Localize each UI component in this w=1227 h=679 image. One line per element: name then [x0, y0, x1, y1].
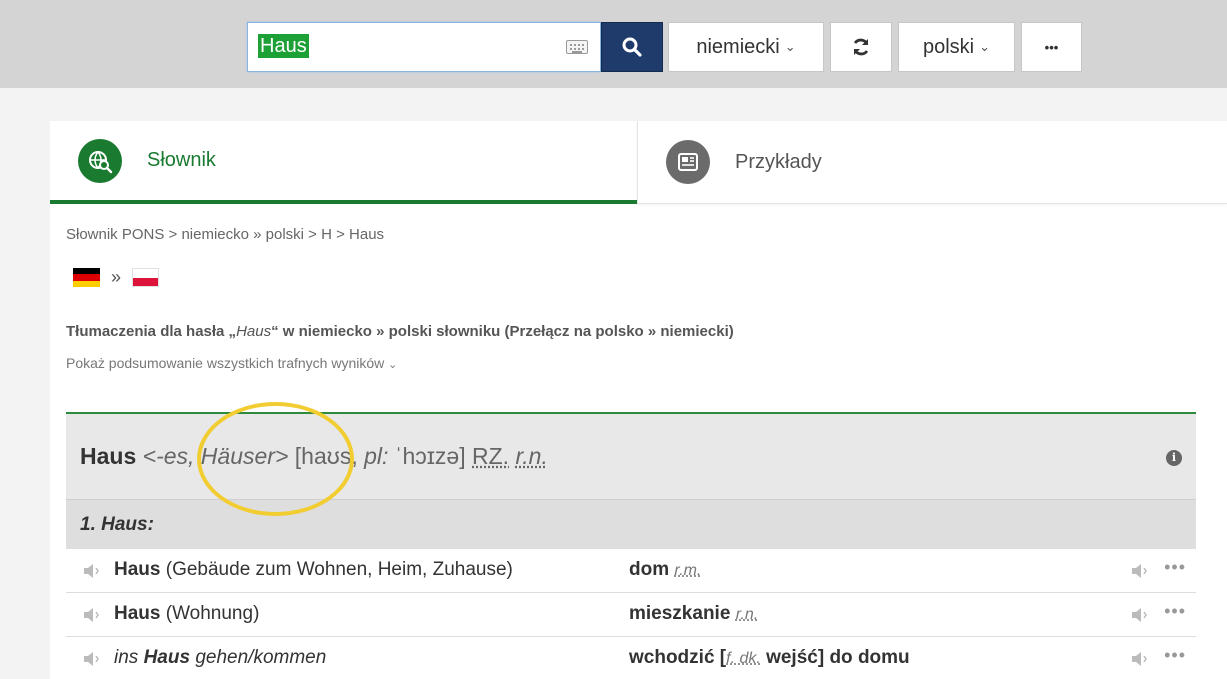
speaker-icon[interactable]	[82, 650, 102, 668]
speaker-icon[interactable]	[1130, 606, 1150, 624]
search-button[interactable]	[601, 22, 663, 72]
search-input-value[interactable]: Haus	[258, 34, 309, 58]
heading-term: Haus	[236, 323, 271, 340]
search-input[interactable]: Haus	[247, 22, 601, 72]
translation-row: Haus (Wohnung) mieszkanie r.n. •••	[66, 593, 1196, 637]
plural-phonetics: ˈhɔɪzə]	[388, 443, 465, 469]
switch-direction-text[interactable]: “ w niemiecko » polski słowniku (Przełąc…	[271, 323, 734, 340]
chevron-down-icon: ⌄	[785, 39, 796, 55]
speaker-icon[interactable]	[82, 606, 102, 624]
gender-label[interactable]: r.n.	[515, 443, 547, 469]
speaker-icon[interactable]	[1130, 650, 1150, 668]
row-more-icon[interactable]: •••	[1164, 601, 1186, 622]
flag-pl-icon	[132, 268, 159, 287]
breadcrumb[interactable]: Słownik PONS > niemiecko » polski > H > …	[66, 226, 384, 243]
source-language-label: niemiecki	[696, 36, 779, 59]
target-phrase: mieszkanie r.n.	[629, 603, 758, 625]
plural-label: pl:	[364, 443, 388, 469]
summary-toggle[interactable]: Pokaż podsumowanie wszystkich trafnych w…	[66, 355, 397, 371]
row-more-icon[interactable]: •••	[1164, 557, 1186, 578]
tab-przyklady-label: Przykłady	[735, 151, 822, 174]
top-search-bar: Haus niemiecki ⌄ polski ⌄ •••	[0, 0, 1227, 88]
language-direction: »	[73, 268, 159, 287]
source-phrase: Haus (Wohnung)	[114, 603, 259, 625]
row-more-icon[interactable]: •••	[1164, 645, 1186, 666]
source-phrase: Haus (Gebäude zum Wohnen, Heim, Zuhause)	[114, 559, 513, 581]
speaker-icon[interactable]	[1130, 562, 1150, 580]
part-of-speech[interactable]: RZ.	[472, 443, 509, 469]
flag-de-icon	[73, 268, 100, 287]
info-icon[interactable]: i	[1166, 450, 1182, 466]
target-phrase: wchodzić [f. dk. wejść] do domu	[629, 647, 910, 669]
headword: Haus	[80, 443, 136, 469]
more-icon: •••	[1045, 40, 1059, 55]
target-language-label: polski	[923, 36, 974, 59]
dictionary-globe-icon	[78, 139, 122, 183]
annotation-circle	[197, 402, 354, 516]
search-icon	[622, 37, 642, 57]
chevron-down-icon: ⌄	[388, 359, 397, 371]
tab-przyklady[interactable]: Przykłady	[637, 121, 1227, 204]
target-language-select[interactable]: polski ⌄	[898, 22, 1015, 72]
source-phrase: ins Haus gehen/kommen	[114, 647, 326, 669]
swap-languages-button[interactable]	[830, 22, 892, 72]
direction-arrow: »	[111, 268, 121, 287]
translation-row: Haus (Gebäude zum Wohnen, Heim, Zuhause)…	[66, 549, 1196, 593]
tab-slownik-label: Słownik	[147, 149, 216, 172]
keyboard-icon[interactable]	[566, 40, 588, 54]
translation-row: ins Haus gehen/kommen wchodzić [f. dk. w…	[66, 637, 1196, 679]
results-heading: Tłumaczenia dla hasła „Haus“ w niemiecko…	[66, 323, 734, 340]
summary-toggle-label: Pokaż podsumowanie wszystkich trafnych w…	[66, 355, 384, 371]
more-button[interactable]: •••	[1021, 22, 1082, 72]
chevron-down-icon: ⌄	[979, 39, 990, 55]
tab-slownik[interactable]: Słownik	[50, 121, 637, 204]
source-language-select[interactable]: niemiecki ⌄	[668, 22, 824, 72]
target-phrase: dom r.m.	[629, 559, 701, 581]
examples-newspaper-icon	[666, 140, 710, 184]
speaker-icon[interactable]	[82, 562, 102, 580]
swap-languages-icon	[851, 37, 871, 57]
